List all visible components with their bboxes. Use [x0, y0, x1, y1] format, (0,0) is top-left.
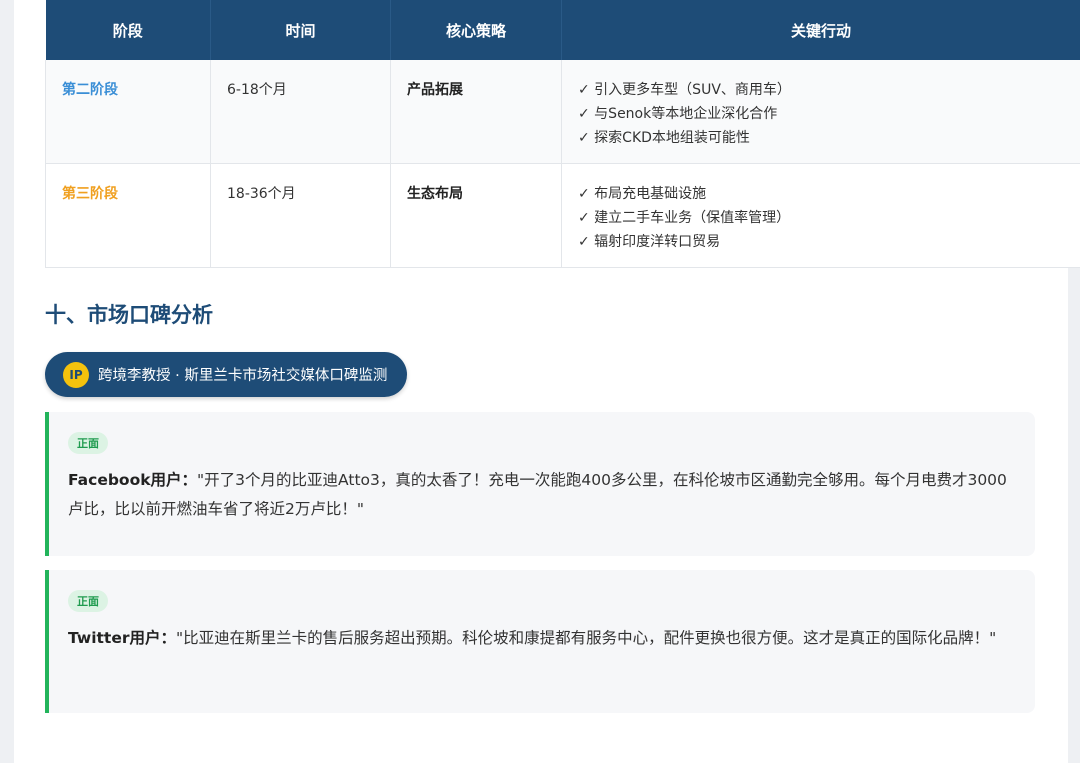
key-action-item: ✓ 引入更多车型（SUV、商用车）	[578, 82, 791, 98]
review-text: Facebook用户："开了3个月的比亚迪Atto3，真的太香了！充电一次能跑4…	[68, 466, 1013, 524]
phase-time: 18-36个月	[227, 186, 296, 202]
key-action-item: ✓ 布局充电基础设施	[578, 186, 707, 202]
ip-avatar-icon: IP	[63, 361, 89, 388]
key-action-item: ✓ 建立二手车业务（保值率管理）	[578, 210, 791, 226]
table-row: 第二阶段 6-18个月 产品拓展 ✓ 引入更多车型（SUV、商用车） ✓ 与Se…	[45, 60, 1080, 164]
core-strategy: 生态布局	[407, 186, 463, 202]
review-quote: "开了3个月的比亚迪Atto3，真的太香了！充电一次能跑400多公里，在科伦坡市…	[68, 471, 1007, 518]
column-header-actions: 关键行动	[561, 0, 1080, 60]
column-header-phase: 阶段	[45, 0, 211, 60]
phase-plan-table: 阶段 时间 核心策略 关键行动 第二阶段 6-18个月 产品拓展 ✓ 引入更多车…	[45, 0, 1080, 268]
section-title: 十、市场口碑分析	[45, 303, 213, 327]
review-user: Twitter用户：	[68, 629, 176, 647]
column-header-strategy: 核心策略	[390, 0, 562, 60]
key-action-item: ✓ 与Senok等本地企业深化合作	[578, 106, 778, 122]
key-actions-list: ✓ 引入更多车型（SUV、商用车） ✓ 与Senok等本地企业深化合作 ✓ 探索…	[578, 78, 1064, 150]
phase-name: 第三阶段	[62, 186, 118, 202]
core-strategy: 产品拓展	[407, 82, 463, 98]
review-card: 正面 Twitter用户："比亚迪在斯里兰卡的售后服务超出预期。科伦坡和康提都有…	[45, 570, 1035, 713]
key-action-item: ✓ 辐射印度洋转口贸易	[578, 234, 721, 250]
source-badge-label: 跨境李教授 · 斯里兰卡市场社交媒体口碑监测	[98, 368, 388, 384]
table-header-row: 阶段 时间 核心策略 关键行动	[45, 0, 1080, 60]
review-quote: "比亚迪在斯里兰卡的售后服务超出预期。科伦坡和康提都有服务中心，配件更换也很方便…	[175, 629, 997, 647]
phase-name: 第二阶段	[62, 82, 118, 98]
source-badge: IP 跨境李教授 · 斯里兰卡市场社交媒体口碑监测	[45, 352, 408, 397]
review-card: 正面 Facebook用户："开了3个月的比亚迪Atto3，真的太香了！充电一次…	[45, 412, 1035, 556]
table-row: 第三阶段 18-36个月 生态布局 ✓ 布局充电基础设施 ✓ 建立二手车业务（保…	[45, 163, 1080, 268]
sentiment-tag: 正面	[68, 432, 108, 454]
sentiment-tag: 正面	[68, 590, 108, 612]
column-header-time: 时间	[210, 0, 391, 60]
key-actions-list: ✓ 布局充电基础设施 ✓ 建立二手车业务（保值率管理） ✓ 辐射印度洋转口贸易	[578, 182, 1064, 254]
review-user: Facebook用户：	[68, 471, 198, 489]
phase-time: 6-18个月	[227, 82, 287, 98]
page-content: 阶段 时间 核心策略 关键行动 第二阶段 6-18个月 产品拓展 ✓ 引入更多车…	[14, 0, 1080, 763]
review-text: Twitter用户："比亚迪在斯里兰卡的售后服务超出预期。科伦坡和康提都有服务中…	[68, 624, 1013, 653]
key-action-item: ✓ 探索CKD本地组装可能性	[578, 130, 750, 146]
